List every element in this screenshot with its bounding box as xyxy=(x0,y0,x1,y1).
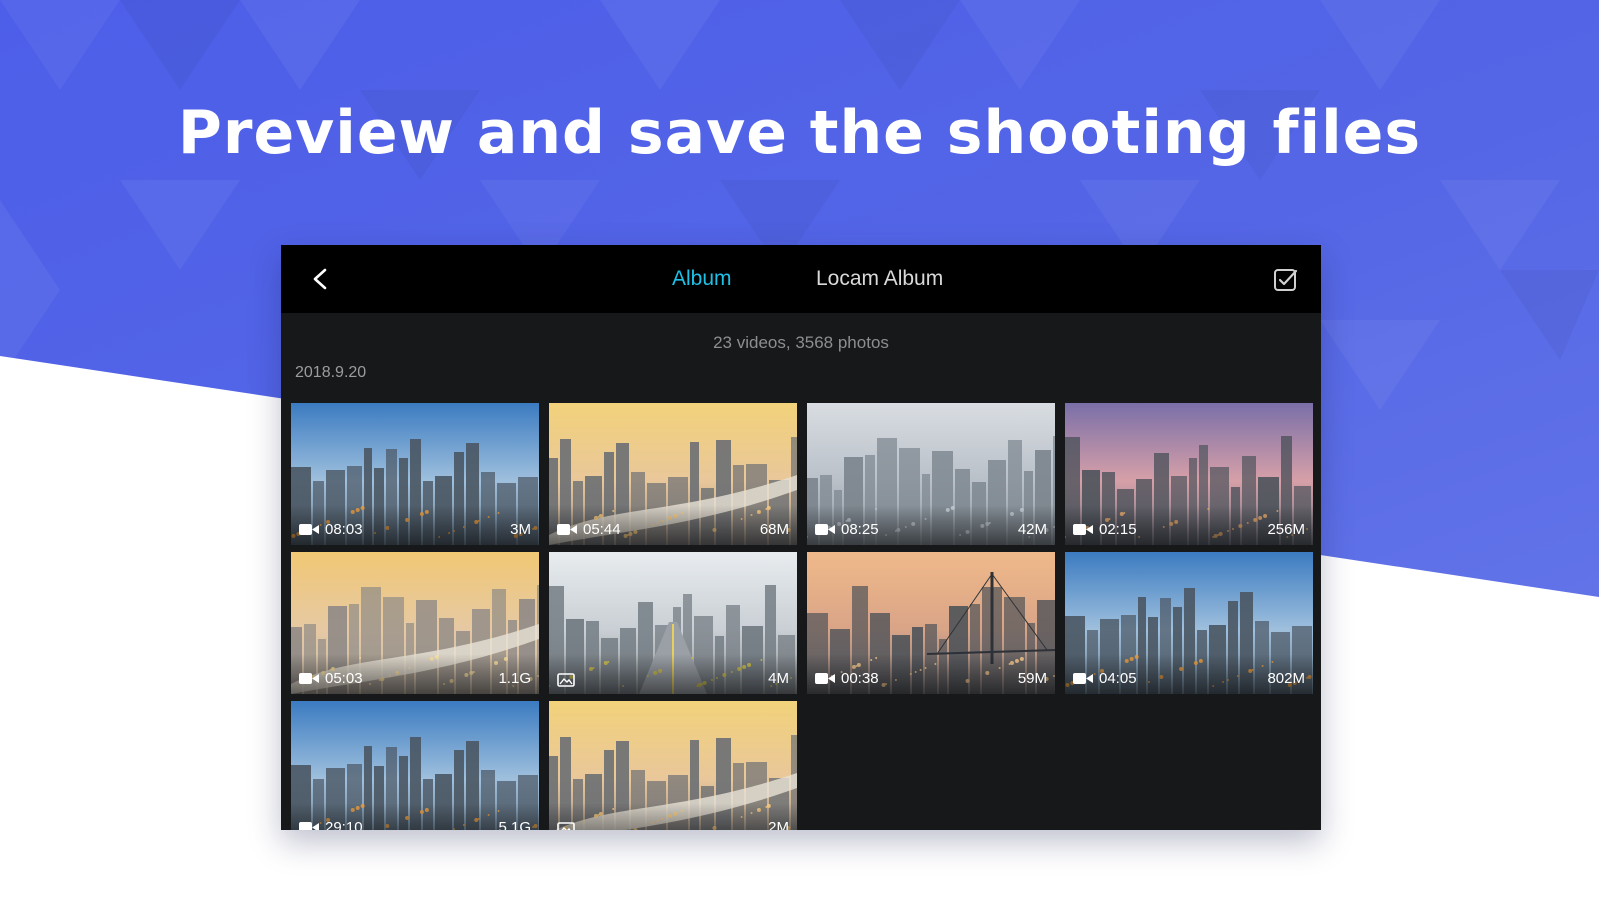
video-duration: 00:38 xyxy=(841,670,879,687)
thumbnail-meta: 08:25 xyxy=(815,521,879,538)
tab-locam-album[interactable]: Locam Album xyxy=(816,267,943,291)
thumbnail-meta xyxy=(557,673,575,687)
media-thumbnail[interactable]: 29:10 5.1G xyxy=(291,701,539,830)
thumbnail-meta: 05:44 xyxy=(557,521,621,538)
file-size: 59M xyxy=(1017,670,1047,687)
media-thumbnail[interactable]: 00:38 59M xyxy=(807,552,1055,694)
back-arrow-icon xyxy=(313,268,327,290)
thumbnail-meta: 08:03 xyxy=(299,521,363,538)
media-thumbnail[interactable]: 02:15 256M xyxy=(1065,403,1313,545)
media-thumbnail[interactable]: 05:03 1.1G xyxy=(291,552,539,694)
thumbnail-shade xyxy=(549,803,797,830)
file-size: 5.1G xyxy=(498,819,531,830)
media-thumbnail[interactable]: 04:05 802M xyxy=(1065,552,1313,694)
thumbnail-meta: 00:38 xyxy=(815,670,879,687)
file-size: 256M xyxy=(1267,521,1305,538)
media-thumbnail[interactable]: 4M xyxy=(549,552,797,694)
top-bar: Album Locam Album xyxy=(281,245,1321,313)
video-duration: 04:05 xyxy=(1099,670,1137,687)
thumbnail-meta: 05:03 xyxy=(299,670,363,687)
album-screen: Album Locam Album 23 videos, 3568 photos… xyxy=(281,245,1321,830)
file-size: 68M xyxy=(759,521,789,538)
date-group-label: 2018.9.20 xyxy=(295,364,367,381)
tab-album[interactable]: Album xyxy=(672,267,732,291)
thumbnail-meta: 04:05 xyxy=(1073,670,1137,687)
thumbnail-meta xyxy=(557,822,575,830)
thumbnail-shade xyxy=(549,654,797,694)
photo-icon xyxy=(557,822,575,830)
video-duration: 02:15 xyxy=(1099,521,1137,538)
video-duration: 08:25 xyxy=(841,521,879,538)
video-camera-icon xyxy=(815,524,835,535)
photo-icon xyxy=(557,673,575,687)
video-camera-icon xyxy=(1073,673,1093,684)
video-camera-icon xyxy=(299,524,319,535)
checkbox-select-icon xyxy=(1274,269,1298,291)
video-duration: 05:03 xyxy=(325,670,363,687)
media-thumbnail[interactable]: 2M xyxy=(549,701,797,830)
album-summary: 23 videos, 3568 photos xyxy=(713,333,889,352)
back-button[interactable] xyxy=(303,261,339,297)
file-size: 3M xyxy=(510,521,531,538)
media-thumbnail[interactable]: 05:44 68M xyxy=(549,403,797,545)
thumbnail-meta: 02:15 xyxy=(1073,521,1137,538)
video-duration: 29:10 xyxy=(325,819,363,830)
video-camera-icon xyxy=(1073,524,1093,535)
video-duration: 08:03 xyxy=(325,521,363,538)
headline: Preview and save the shooting files xyxy=(177,98,1422,168)
video-duration: 05:44 xyxy=(583,521,621,538)
select-button[interactable] xyxy=(1269,263,1301,295)
file-size: 2M xyxy=(768,819,789,830)
thumbnail-meta: 29:10 xyxy=(299,819,363,830)
video-camera-icon xyxy=(557,524,577,535)
file-size: 42M xyxy=(1017,521,1047,538)
media-thumbnail[interactable]: 08:25 42M xyxy=(807,403,1055,545)
video-camera-icon xyxy=(299,673,319,684)
video-camera-icon xyxy=(815,673,835,684)
file-size: 4M xyxy=(768,670,789,687)
file-size: 802M xyxy=(1267,670,1305,687)
file-size: 1.1G xyxy=(498,670,531,687)
video-camera-icon xyxy=(299,822,319,830)
media-thumbnail[interactable]: 08:03 3M xyxy=(291,403,539,545)
